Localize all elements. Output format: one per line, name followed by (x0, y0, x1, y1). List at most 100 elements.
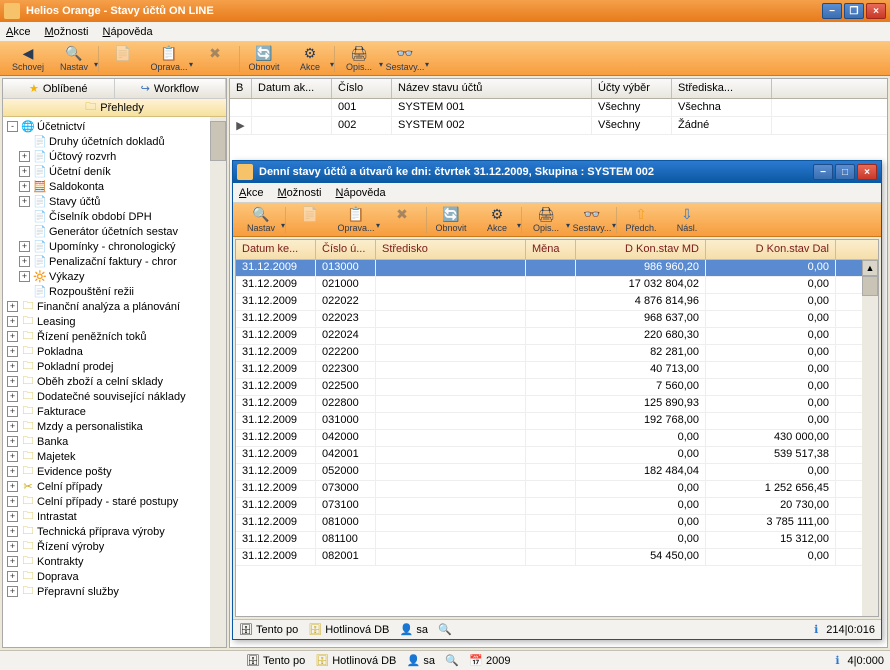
tree-expand-icon[interactable]: + (7, 331, 18, 342)
tree-item[interactable]: 📄Druhy účetních dokladů (5, 134, 226, 149)
toolbar-sestavy[interactable]: 👓Sestavy... (383, 44, 427, 74)
tree-item[interactable]: +🗀Evidence pošty (5, 464, 226, 479)
tree-expand-icon[interactable]: + (7, 376, 18, 387)
toolbar-opis[interactable]: 🖨Opis... (337, 44, 381, 74)
col-kon-stav-dal[interactable]: D Kon.stav Dal (706, 240, 836, 259)
tree-item[interactable]: +📄Penalizační faktury - chror (5, 254, 226, 269)
toolbar-oprava[interactable]: 📋Oprava... (147, 44, 191, 74)
dialog-titlebar[interactable]: Denní stavy účtů a útvarů ke dni: čtvrte… (233, 161, 881, 183)
tree-item[interactable]: +📄Upomínky - chronologický (5, 239, 226, 254)
tree-item[interactable]: +🗀Technická příprava výroby (5, 524, 226, 539)
tree-expand-icon[interactable]: + (19, 241, 30, 252)
col-datum-ke[interactable]: Datum ke... (236, 240, 316, 259)
tree-item[interactable]: +🗀Banka (5, 434, 226, 449)
tree-item[interactable]: +🗀Dodatečné související náklady (5, 389, 226, 404)
toolbar-schovej[interactable]: ◀Schovej (6, 44, 50, 74)
tree-item[interactable]: +🗀Celní případy - staré postupy (5, 494, 226, 509)
menu-napoveda[interactable]: Nápověda (103, 26, 153, 38)
tree-expand-icon[interactable]: + (7, 496, 18, 507)
tree-item[interactable]: +🧮Saldokonta (5, 179, 226, 194)
table-row[interactable]: 31.12.2009031000192 768,000,00 (236, 413, 878, 430)
table-row[interactable]: 31.12.20090810000,003 785 111,00 (236, 515, 878, 532)
close-button[interactable]: × (866, 3, 886, 19)
tree-expand-icon[interactable]: + (7, 541, 18, 552)
tree-expand-icon[interactable]: + (7, 586, 18, 597)
tree-item[interactable]: +🔆Výkazy (5, 269, 226, 284)
col-mena[interactable]: Měna (526, 240, 576, 259)
tree-expand-icon[interactable]: + (19, 256, 30, 267)
tree-item[interactable]: +🗀Kontrakty (5, 554, 226, 569)
table-row[interactable]: 31.12.200902230040 713,000,00 (236, 362, 878, 379)
dialog-close-button[interactable]: × (857, 164, 877, 180)
dlg-toolbar-oprava[interactable]: 📋Oprava... (334, 205, 378, 235)
tree-item[interactable]: -🌐Účetnictví (5, 119, 226, 134)
tab-workflow[interactable]: ↪Workflow (115, 79, 227, 98)
dlg-toolbar-sestavy[interactable]: 👓Sestavy... (570, 205, 614, 235)
table-row[interactable]: 31.12.20090730000,001 252 656,45 (236, 481, 878, 498)
tree-expand-icon[interactable]: + (19, 166, 30, 177)
table-row[interactable]: 31.12.200902100017 032 804,020,00 (236, 277, 878, 294)
tree-expand-icon[interactable] (19, 136, 30, 147)
tree-expand-icon[interactable]: + (7, 466, 18, 477)
tree-expand-icon[interactable]: + (7, 571, 18, 582)
tree-expand-icon[interactable]: + (7, 511, 18, 522)
table-row[interactable]: 31.12.20090220224 876 814,960,00 (236, 294, 878, 311)
status-search[interactable] (438, 623, 452, 637)
tree-item[interactable]: +🗀Finanční analýza a plánování (5, 299, 226, 314)
tree-expand-icon[interactable]: + (7, 391, 18, 402)
tree-item[interactable]: +🗀Fakturace (5, 404, 226, 419)
table-row[interactable]: 31.12.2009052000182 484,040,00 (236, 464, 878, 481)
subtab-prehledy[interactable]: 🗀Přehledy (3, 99, 226, 117)
menu-akce[interactable]: AAkcekce (6, 26, 30, 38)
table-row[interactable]: 31.12.2009013000986 960,200,00 (236, 260, 878, 277)
table-row[interactable]: 31.12.20090731000,0020 730,00 (236, 498, 878, 515)
tree-item[interactable]: +🗀Pokladní prodej (5, 359, 226, 374)
tree-expand-icon[interactable]: + (7, 451, 18, 462)
table-row[interactable]: 31.12.20090420000,00430 000,00 (236, 430, 878, 447)
table-row[interactable]: 31.12.20090811000,0015 312,00 (236, 532, 878, 549)
dlg-toolbar-novy[interactable]: 📄 (288, 205, 332, 235)
tree-expand-icon[interactable]: + (7, 316, 18, 327)
tree-item[interactable]: +🗀Mzdy a personalistika (5, 419, 226, 434)
toolbar-nastav[interactable]: 🔍Nastav (52, 44, 96, 74)
table-row[interactable]: 31.12.200908200154 450,000,00 (236, 549, 878, 566)
toolbar-obnovit[interactable]: 🔄Obnovit (242, 44, 286, 74)
dialog-minimize-button[interactable]: − (813, 164, 833, 180)
toolbar-akce[interactable]: ⚙Akce (288, 44, 332, 74)
dlg-toolbar-predch[interactable]: ⇧Předch. (619, 205, 663, 235)
tree-scrollbar[interactable] (210, 117, 226, 647)
tree-item[interactable]: +🗀Intrastat (5, 509, 226, 524)
tree-expand-icon[interactable]: + (19, 196, 30, 207)
tree-item[interactable]: +🗀Doprava (5, 569, 226, 584)
tree-item[interactable]: +🗀Pokladna (5, 344, 226, 359)
tree-expand-icon[interactable] (19, 286, 30, 297)
tree-expand-icon[interactable]: + (7, 481, 18, 492)
tree-expand-icon[interactable]: + (7, 301, 18, 312)
tree-expand-icon[interactable] (19, 211, 30, 222)
tree-expand-icon[interactable]: - (7, 121, 18, 132)
tree-item[interactable]: +🗀Leasing (5, 314, 226, 329)
tree-item[interactable]: 📄Generátor účetních sestav (5, 224, 226, 239)
col-datum-ak[interactable]: Datum ak... (252, 79, 332, 98)
dlg-toolbar-nasl[interactable]: ⇩Násl. (665, 205, 709, 235)
tree-expand-icon[interactable]: + (7, 556, 18, 567)
col-b[interactable]: B (230, 79, 252, 98)
nav-tree[interactable]: -🌐Účetnictví📄Druhy účetních dokladů+📄Účt… (3, 117, 226, 647)
dlg-toolbar-akce[interactable]: ⚙Akce (475, 205, 519, 235)
tree-expand-icon[interactable]: + (7, 436, 18, 447)
table-row[interactable]: 31.12.200902220082 281,000,00 (236, 345, 878, 362)
tree-expand-icon[interactable]: + (7, 406, 18, 417)
tree-expand-icon[interactable] (19, 226, 30, 237)
tree-item[interactable]: +🗀Řízení výroby (5, 539, 226, 554)
dlg-toolbar-nastav[interactable]: 🔍Nastav (239, 205, 283, 235)
table-row[interactable]: 001SYSTEM 001VšechnyVšechna (230, 99, 887, 117)
col-stredisko[interactable]: Středisko (376, 240, 526, 259)
tree-item[interactable]: +🗀Majetek (5, 449, 226, 464)
tree-item[interactable]: 📄Číselník období DPH (5, 209, 226, 224)
tree-expand-icon[interactable]: + (7, 421, 18, 432)
col-ucty-vyber[interactable]: Účty výběr (592, 79, 672, 98)
menu-moznosti[interactable]: Možnosti (44, 26, 88, 38)
tree-item[interactable]: +📄Stavy účtů (5, 194, 226, 209)
table-row[interactable]: 31.12.20090225007 560,000,00 (236, 379, 878, 396)
col-cislo[interactable]: Číslo (332, 79, 392, 98)
